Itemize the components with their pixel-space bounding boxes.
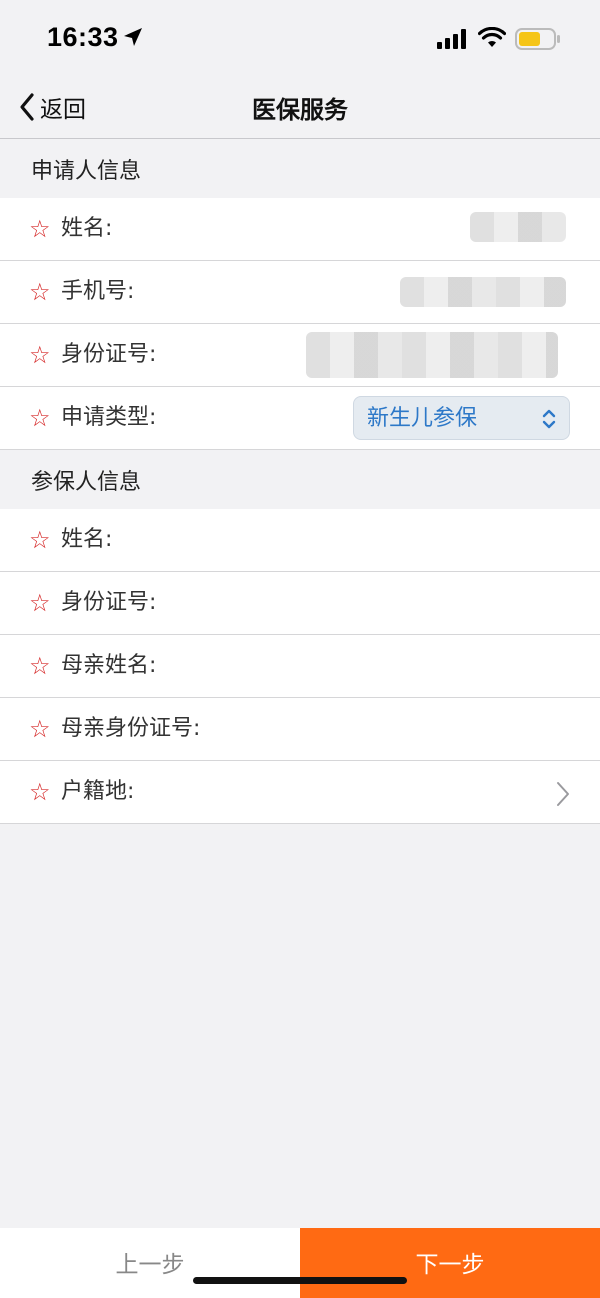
- mother-name-label: 母亲姓名:: [61, 653, 157, 678]
- page-title: 医保服务: [252, 96, 348, 124]
- required-star-icon: ☆: [29, 589, 51, 617]
- household-registration-label: 户籍地:: [61, 779, 135, 804]
- insured-id-label: 身份证号:: [61, 590, 157, 615]
- household-registration-row[interactable]: ☆ 户籍地:: [0, 761, 600, 824]
- bottom-action-bar: 上一步 下一步: [0, 1228, 600, 1298]
- redacted-value: [400, 277, 566, 307]
- application-type-value: 新生儿参保: [367, 406, 478, 431]
- redacted-value: [306, 332, 558, 378]
- application-type-select[interactable]: 新生儿参保: [353, 396, 570, 440]
- applicant-id-label: 身份证号:: [61, 342, 157, 367]
- required-star-icon: ☆: [29, 341, 51, 369]
- required-star-icon: ☆: [29, 715, 51, 743]
- section-header-applicant: 申请人信息: [0, 140, 600, 198]
- insured-name-label: 姓名:: [61, 527, 113, 552]
- mother-name-row[interactable]: ☆ 母亲姓名:: [0, 635, 600, 698]
- application-type-label: 申请类型:: [61, 405, 157, 430]
- battery-icon: [515, 28, 560, 50]
- applicant-name-row[interactable]: ☆ 姓名:: [0, 198, 600, 261]
- wifi-icon: [478, 27, 506, 47]
- required-star-icon: ☆: [29, 526, 51, 554]
- required-star-icon: ☆: [29, 278, 51, 306]
- status-time: 16:33: [47, 22, 119, 52]
- chevron-right-icon: [557, 782, 569, 806]
- required-star-icon: ☆: [29, 778, 51, 806]
- applicant-phone-row[interactable]: ☆ 手机号:: [0, 261, 600, 324]
- insured-name-row[interactable]: ☆ 姓名:: [0, 509, 600, 572]
- up-down-chevron-icon: [542, 409, 556, 429]
- application-type-row[interactable]: ☆ 申请类型: 新生儿参保: [0, 387, 600, 450]
- location-arrow-icon: [124, 28, 142, 46]
- status-bar: 16:33: [0, 0, 600, 76]
- insured-id-row[interactable]: ☆ 身份证号:: [0, 572, 600, 635]
- applicant-phone-label: 手机号:: [61, 279, 135, 304]
- redacted-value: [470, 212, 566, 242]
- home-indicator: [193, 1277, 407, 1284]
- previous-step-button[interactable]: 上一步: [0, 1228, 300, 1298]
- required-star-icon: ☆: [29, 652, 51, 680]
- navigation-bar: 返回 医保服务: [0, 76, 600, 139]
- required-star-icon: ☆: [29, 404, 51, 432]
- next-step-button[interactable]: 下一步: [300, 1228, 600, 1298]
- cellular-signal-icon: [437, 29, 466, 49]
- section-header-insured: 参保人信息: [0, 451, 600, 509]
- applicant-name-label: 姓名:: [61, 216, 113, 241]
- mother-id-label: 母亲身份证号:: [61, 716, 201, 741]
- mother-id-row[interactable]: ☆ 母亲身份证号:: [0, 698, 600, 761]
- required-star-icon: ☆: [29, 215, 51, 243]
- applicant-id-row[interactable]: ☆ 身份证号:: [0, 324, 600, 387]
